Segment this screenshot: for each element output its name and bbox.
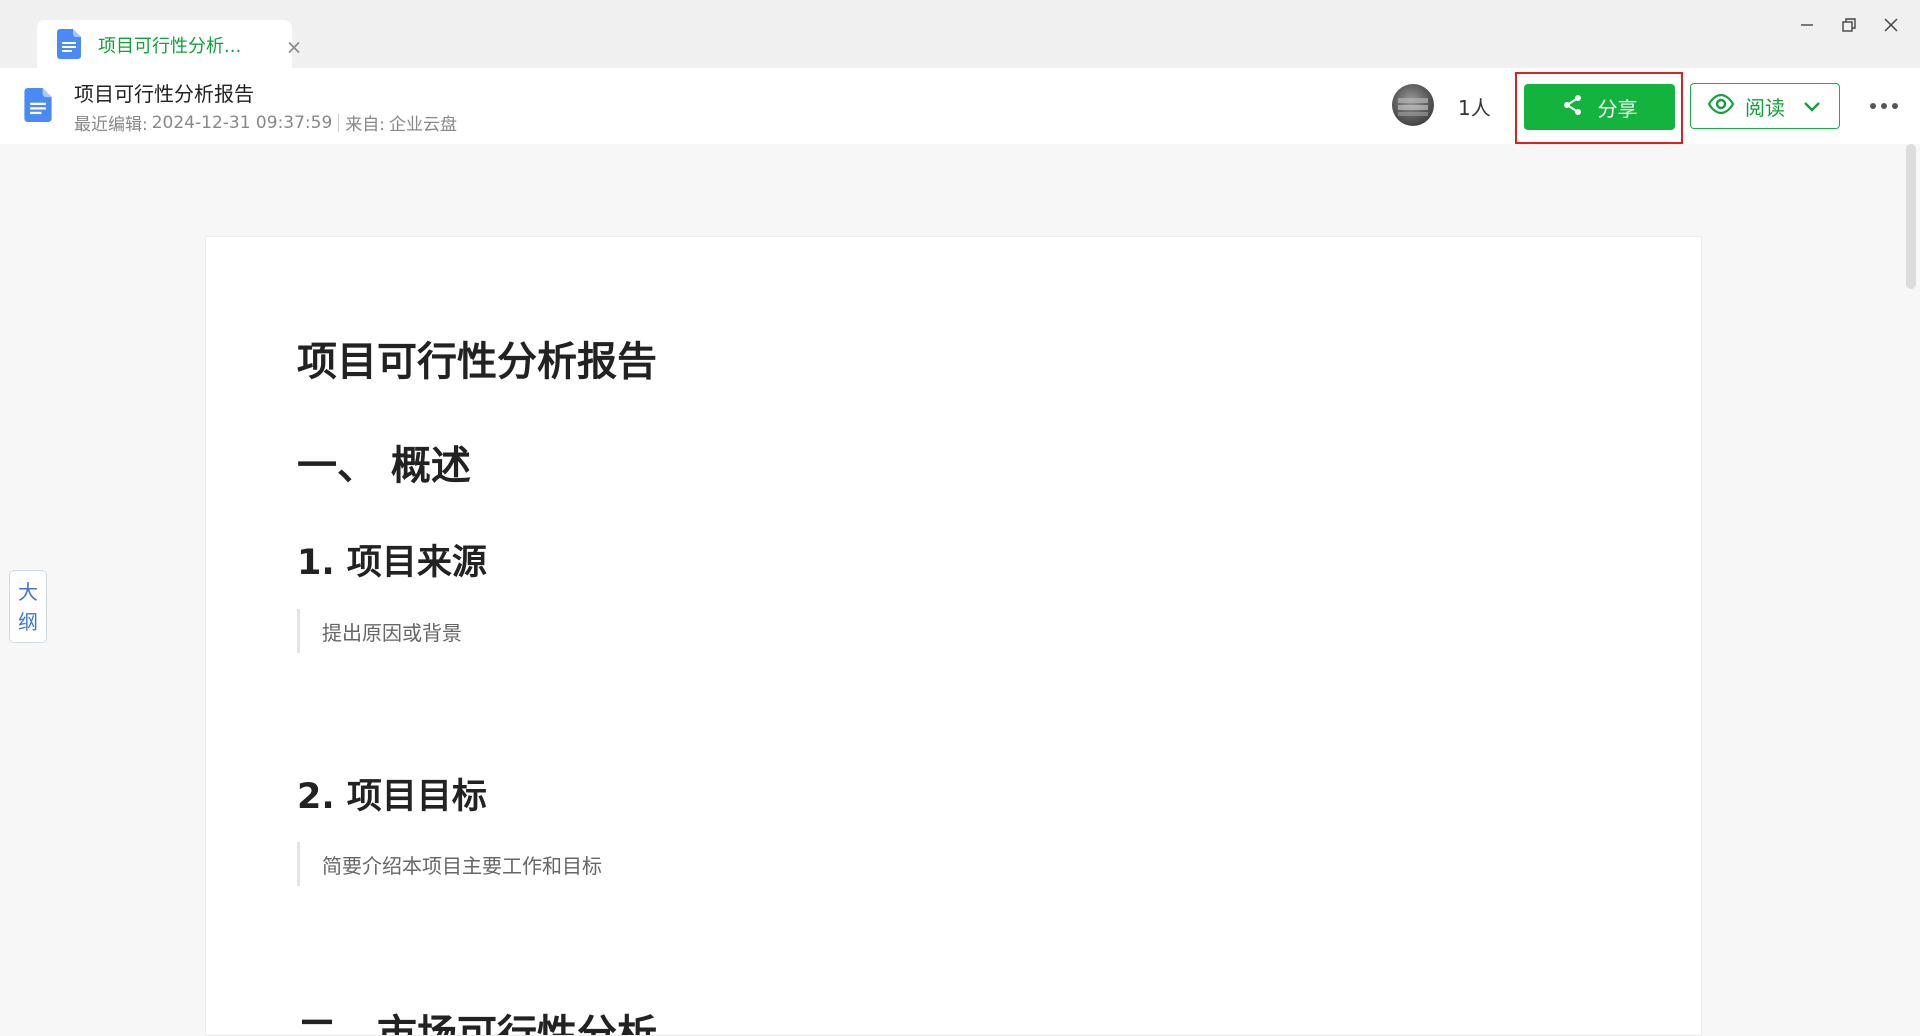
document-meta: 最近编辑: 2024-12-31 09:37:59 来自: 企业云盘 [74, 110, 458, 136]
share-label: 分享 [1597, 96, 1638, 121]
source-label: 来自: [345, 115, 386, 135]
vertical-scrollbar[interactable] [1906, 144, 1916, 289]
read-label: 阅读 [1745, 95, 1785, 120]
section-heading-overview: 一、 概述 [297, 443, 471, 489]
tab-close-icon[interactable] [288, 39, 300, 58]
read-mode-dropdown[interactable]: 阅读 [1690, 83, 1840, 129]
tab-strip: 项目可行性分析... [0, 0, 1920, 68]
last-edit-label: 最近编辑: [74, 115, 148, 135]
document-tab[interactable]: 项目可行性分析... [37, 20, 300, 68]
document-header: 项目可行性分析报告 最近编辑: 2024-12-31 09:37:59 来自: … [0, 68, 1920, 144]
document-icon [57, 29, 81, 63]
restore-icon[interactable] [1832, 10, 1866, 40]
tab-title: 项目可行性分析... [98, 36, 242, 57]
subheading-project-goal: 2. 项目目标 [297, 777, 487, 817]
avatar[interactable] [1392, 84, 1434, 126]
window-close-icon[interactable] [1874, 10, 1908, 40]
source-value: 企业云盘 [389, 115, 458, 135]
more-options-icon[interactable] [1866, 93, 1902, 119]
outline-toggle-button[interactable]: 大 纲 [9, 570, 47, 643]
last-edit-time: 2024-12-31 09:37:59 [151, 112, 333, 133]
document-title: 项目可行性分析报告 [74, 82, 254, 106]
section-heading-market: 二、市场可行性分析 [297, 1012, 657, 1036]
quote-project-source: 提出原因或背景 [297, 609, 462, 653]
quote-project-goal: 简要介绍本项目主要工作和目标 [297, 842, 602, 886]
minimize-icon[interactable] [1790, 10, 1824, 40]
share-button[interactable]: 分享 [1524, 84, 1675, 130]
outline-char-1: 大 [18, 579, 38, 604]
chevron-down-icon [1803, 94, 1821, 118]
subheading-project-source: 1. 项目来源 [297, 543, 487, 583]
eye-icon [1707, 93, 1735, 119]
outline-char-2: 纲 [18, 609, 38, 634]
document-heading-title: 项目可行性分析报告 [297, 339, 657, 385]
document-page[interactable]: 项目可行性分析报告 一、 概述 1. 项目来源 提出原因或背景 2. 项目目标 … [205, 236, 1702, 1036]
document-icon [24, 88, 52, 126]
share-icon [1562, 94, 1584, 121]
collaborators-count[interactable]: 1人 [1458, 92, 1491, 121]
meta-divider [338, 113, 340, 132]
